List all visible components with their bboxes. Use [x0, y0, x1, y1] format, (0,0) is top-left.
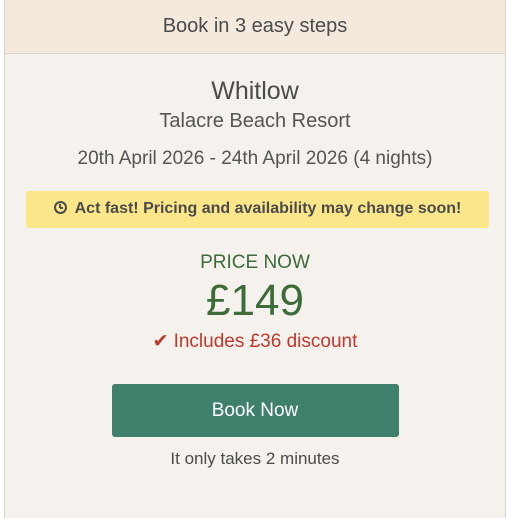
book-now-button[interactable]: Book Now [111, 384, 399, 437]
steps-header-title: Book in 3 easy steps [162, 15, 348, 37]
urgency-alert: Act fast! Pricing and availability may c… [26, 191, 489, 228]
stay-dates: 20th April 2026 - 24th April 2026 (4 nig… [77, 148, 433, 169]
price-value: £149 [206, 276, 304, 325]
booking-details: Whitlow Talacre Beach Resort 20th April … [5, 77, 505, 469]
checkmark-icon: ✔ [152, 331, 169, 352]
resort-name: Talacre Beach Resort [159, 110, 351, 132]
urgency-alert-text: Act fast! Pricing and availability may c… [74, 200, 462, 217]
clock-icon [53, 201, 67, 214]
steps-header: Book in 3 easy steps [5, 0, 505, 54]
price-label: PRICE NOW [200, 252, 310, 273]
discount-info: ✔ Includes £36 discount [5, 330, 505, 354]
park-name: Whitlow [211, 77, 299, 105]
discount-text: Includes £36 discount [173, 331, 358, 352]
booking-time-note: It only takes 2 minutes [170, 449, 340, 468]
booking-summary-card: Book in 3 easy steps Whitlow Talacre Bea… [4, 0, 506, 518]
